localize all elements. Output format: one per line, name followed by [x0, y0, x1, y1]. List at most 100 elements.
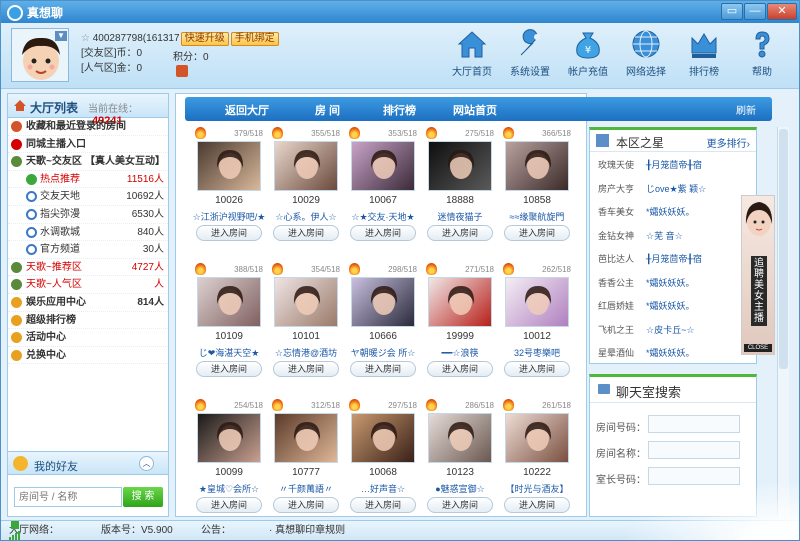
hall-item[interactable]: 娱乐应用中心 814人 — [8, 294, 168, 312]
tool-settings[interactable]: 系统设置 — [501, 27, 559, 78]
hall-item[interactable]: 收藏和最近登录的房间 — [8, 118, 168, 136]
enter-room-button[interactable]: 进入房间 — [504, 361, 570, 377]
room-photo[interactable] — [351, 413, 415, 463]
room-name[interactable]: 〃千颜萬語〃 — [264, 482, 348, 495]
room-photo[interactable] — [274, 277, 338, 327]
room-photo[interactable] — [351, 277, 415, 327]
scrollbar-thumb[interactable] — [779, 129, 788, 369]
room-name[interactable]: ≈≈缘聚航旋門 — [495, 210, 579, 223]
tab-back-to-hall[interactable]: 返回大厅 — [225, 102, 269, 118]
ad-banner[interactable]: 追聘美女主播 CLOSE — [741, 195, 775, 355]
tool-ranking[interactable]: 排行榜 — [675, 27, 733, 78]
room-photo[interactable] — [351, 141, 415, 191]
room-name[interactable]: じ❤海湛天空★ — [187, 346, 271, 359]
upgrade-button[interactable]: 快速升级 — [180, 32, 229, 46]
star-item[interactable]: 房产大亨 じove★紫 颖☆ — [590, 178, 756, 202]
enter-room-button[interactable]: 进入房间 — [504, 225, 570, 241]
enter-room-button[interactable]: 进入房间 — [427, 225, 493, 241]
room-photo[interactable] — [505, 141, 569, 191]
hall-item[interactable]: 同城主播入口 — [8, 136, 168, 154]
room-name[interactable]: …好声音☆ — [341, 482, 425, 495]
enter-room-button[interactable]: 进入房间 — [350, 225, 416, 241]
star-item[interactable]: 香香公主 *孀妖妖妖。 — [590, 272, 756, 296]
star-item[interactable]: 红唇娇娃 *孀妖妖妖。 — [590, 295, 756, 319]
minimize-button[interactable]: — — [744, 3, 766, 20]
room-photo[interactable] — [505, 413, 569, 463]
room-name[interactable]: ヤ朝暖ジ会 所☆ — [341, 346, 425, 359]
star-item[interactable]: 星晕酒仙 *孀妖妖妖。 — [590, 342, 756, 366]
room-photo[interactable] — [197, 413, 261, 463]
bind-phone-button[interactable]: 手机绑定 — [230, 32, 279, 46]
room-name[interactable]: ━━☆浪筷 — [418, 346, 502, 359]
tool-network[interactable]: 网络选择 — [617, 27, 675, 78]
room-number-input[interactable] — [648, 415, 740, 433]
tool-hall-home[interactable]: 大厅首页 — [443, 27, 501, 78]
room-photo[interactable] — [197, 277, 261, 327]
enter-room-button[interactable]: 进入房间 — [273, 497, 339, 513]
room-photo[interactable] — [274, 413, 338, 463]
star-item[interactable]: 金钻女神 ☆芜 音☆ — [590, 225, 756, 249]
enter-room-button[interactable]: 进入房间 — [196, 497, 262, 513]
tool-help[interactable]: 帮助 — [733, 27, 791, 78]
restore-button[interactable]: ▭ — [721, 3, 743, 20]
star-item[interactable]: 香车美女 *孀妖妖妖。 — [590, 201, 756, 225]
tab-ranking[interactable]: 排行榜 — [383, 102, 416, 118]
hall-item[interactable]: 指尖弥漫 6530人 — [8, 206, 168, 224]
room-photo[interactable] — [505, 277, 569, 327]
room-name[interactable]: ☆忘情港@酒坊 — [264, 346, 348, 359]
hall-item[interactable]: 水调歌城 840人 — [8, 224, 168, 242]
room-photo[interactable] — [428, 141, 492, 191]
star-user-link[interactable]: ☆皮卡丘~☆ — [646, 319, 694, 343]
tool-recharge[interactable]: ¥ 帐户充值 — [559, 27, 617, 78]
enter-room-button[interactable]: 进入房间 — [273, 225, 339, 241]
room-name[interactable]: ☆江浙沪视野吧/★ — [187, 210, 271, 223]
my-friends-bar[interactable]: 我的好友 ︿ — [7, 451, 169, 475]
star-item[interactable]: 玫瑰天使 ╂月笼茴帝╂宿 — [590, 154, 756, 178]
search-button[interactable]: 搜 索 — [123, 487, 163, 507]
room-name[interactable]: ●魅惑宣御☆ — [418, 482, 502, 495]
room-name[interactable]: 【时光与酒友】 — [495, 482, 579, 495]
hall-item[interactable]: 天歌~推荐区 4727人 — [8, 259, 168, 277]
enter-room-button[interactable]: 进入房间 — [504, 497, 570, 513]
room-name[interactable]: 迷情夜猫子 — [418, 210, 502, 223]
room-photo[interactable] — [274, 141, 338, 191]
star-user-link[interactable]: じove★紫 颖☆ — [646, 178, 706, 202]
hall-item[interactable]: 超级排行榜 — [8, 312, 168, 330]
ad-close-button[interactable]: CLOSE — [744, 344, 772, 352]
room-name[interactable]: ★皇城♡会所☆ — [187, 482, 271, 495]
enter-room-button[interactable]: 进入房间 — [427, 497, 493, 513]
room-name[interactable]: ☆★交友·天地★ — [341, 210, 425, 223]
room-photo[interactable] — [428, 413, 492, 463]
title-bar[interactable]: 真想聊 ▭ — ✕ — [1, 1, 799, 23]
room-name-input[interactable] — [648, 441, 740, 459]
star-user-link[interactable]: ☆芜 音☆ — [646, 225, 683, 249]
collapse-up-icon[interactable]: ︿ — [139, 456, 154, 471]
enter-room-button[interactable]: 进入房间 — [427, 361, 493, 377]
enter-room-button[interactable]: 进入房间 — [196, 361, 262, 377]
avatar-dropdown-icon[interactable]: ▼ — [55, 31, 67, 41]
hall-item[interactable]: 兑换中心 — [8, 347, 168, 365]
hall-item[interactable]: 热点推荐 11516人 — [8, 171, 168, 189]
close-button[interactable]: ✕ — [767, 3, 797, 20]
vertical-scrollbar[interactable] — [777, 127, 789, 517]
star-user-link[interactable]: *孀妖妖妖。 — [646, 201, 695, 225]
gift-icon[interactable] — [176, 65, 188, 77]
star-user-link[interactable]: ╂月笼茴帝╂宿 — [646, 248, 702, 272]
enter-room-button[interactable]: 进入房间 — [350, 361, 416, 377]
tab-rooms[interactable]: 房 间 — [315, 102, 340, 118]
enter-room-button[interactable]: 进入房间 — [196, 225, 262, 241]
star-user-link[interactable]: *孀妖妖妖。 — [646, 295, 695, 319]
refresh-link[interactable]: 刷新 — [736, 102, 756, 117]
hall-item[interactable]: 活动中心 — [8, 329, 168, 347]
notice-text[interactable]: · 真想聊印章规则 — [269, 521, 345, 540]
hall-item[interactable]: 天歌~人气区 人 — [8, 276, 168, 294]
room-name[interactable]: 32号枣樂吧 — [495, 346, 579, 359]
room-search-input[interactable] — [14, 487, 122, 507]
star-item[interactable]: 芭比达人 ╂月笼茴帝╂宿 — [590, 248, 756, 272]
tab-website-home[interactable]: 网站首页 — [453, 102, 497, 118]
more-ranking-link[interactable]: 更多排行› — [707, 135, 750, 150]
star-user-link[interactable]: ╂月笼茴帝╂宿 — [646, 154, 702, 178]
enter-room-button[interactable]: 进入房间 — [273, 361, 339, 377]
enter-room-button[interactable]: 进入房间 — [350, 497, 416, 513]
star-item[interactable]: 飞机之王 ☆皮卡丘~☆ — [590, 319, 756, 343]
